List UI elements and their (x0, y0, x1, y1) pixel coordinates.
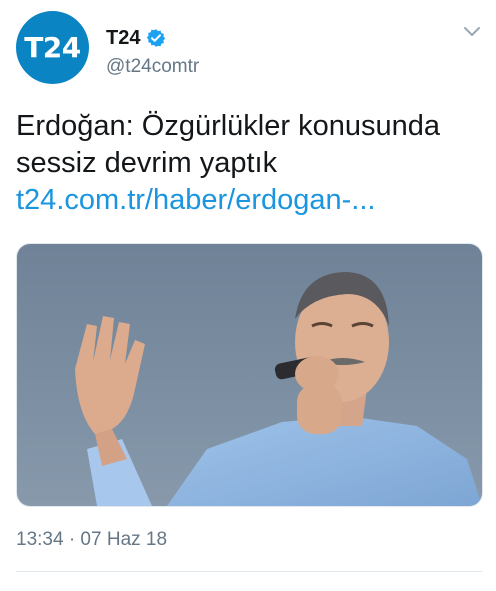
media-photo (17, 244, 482, 506)
chevron-down-icon[interactable] (462, 24, 482, 40)
tweet-text-line: sessiz devrim yaptık (16, 147, 278, 179)
tweet-text-line: Erdoğan: Özgürlükler konusunda (16, 110, 440, 142)
verified-badge-icon (147, 29, 166, 47)
handle[interactable]: @t24comtr (106, 56, 199, 78)
tweet-link[interactable]: t24.com.tr/haber/erdogan-... (16, 182, 486, 219)
avatar-text: T24 (24, 31, 81, 64)
divider (16, 571, 482, 572)
avatar[interactable]: T24 (16, 11, 89, 84)
tweet-text: Erdoğan: Özgürlükler konusunda sessiz de… (16, 108, 486, 219)
tweet-timestamp[interactable]: 13:34 · 07 Haz 18 (16, 529, 167, 551)
author-name-row: T24 (106, 24, 166, 52)
display-name[interactable]: T24 (106, 27, 140, 50)
tweet-media[interactable] (16, 243, 483, 507)
